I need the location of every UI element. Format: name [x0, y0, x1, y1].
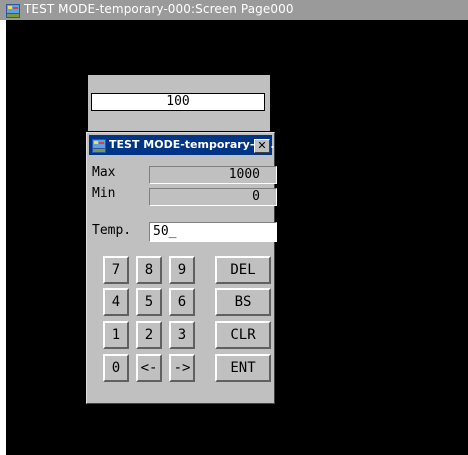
key-right[interactable]: ->: [169, 354, 195, 382]
hmi-app-icon: [92, 138, 106, 153]
key-2[interactable]: 2: [136, 321, 162, 349]
min-value: 0: [149, 188, 277, 206]
numeric-keypad-popup: TEST MODE-temporary-0... ✕ Max 1000 Min …: [86, 132, 277, 404]
main-window: TEST MODE-temporary-000:Screen Page000 1…: [0, 0, 468, 455]
key-5[interactable]: 5: [136, 288, 162, 316]
key-6[interactable]: 6: [169, 288, 195, 316]
temp-input[interactable]: 50_: [149, 222, 277, 242]
key-1[interactable]: 1: [103, 321, 129, 349]
temp-label: Temp.: [92, 223, 132, 238]
key-8[interactable]: 8: [136, 256, 162, 284]
backspace-button[interactable]: BS: [215, 288, 271, 316]
hmi-app-icon: [6, 3, 20, 18]
main-window-title: TEST MODE-temporary-000:Screen Page000: [24, 2, 294, 16]
key-left[interactable]: <-: [136, 354, 162, 382]
clear-button[interactable]: CLR: [215, 321, 271, 349]
key-0[interactable]: 0: [103, 354, 129, 382]
key-4[interactable]: 4: [103, 288, 129, 316]
del-button[interactable]: DEL: [215, 256, 271, 284]
min-label: Min: [92, 186, 116, 201]
enter-button[interactable]: ENT: [215, 354, 271, 382]
popup-titlebar[interactable]: TEST MODE-temporary-0... ✕: [89, 135, 275, 155]
numeric-display-value[interactable]: 100: [91, 93, 265, 111]
key-9[interactable]: 9: [169, 256, 195, 284]
close-icon[interactable]: ✕: [254, 139, 270, 153]
max-value: 1000: [149, 166, 277, 184]
key-3[interactable]: 3: [169, 321, 195, 349]
popup-title: TEST MODE-temporary-0...: [109, 138, 275, 151]
key-7[interactable]: 7: [103, 256, 129, 284]
max-label: Max: [92, 165, 116, 180]
main-titlebar[interactable]: TEST MODE-temporary-000:Screen Page000: [0, 0, 468, 20]
